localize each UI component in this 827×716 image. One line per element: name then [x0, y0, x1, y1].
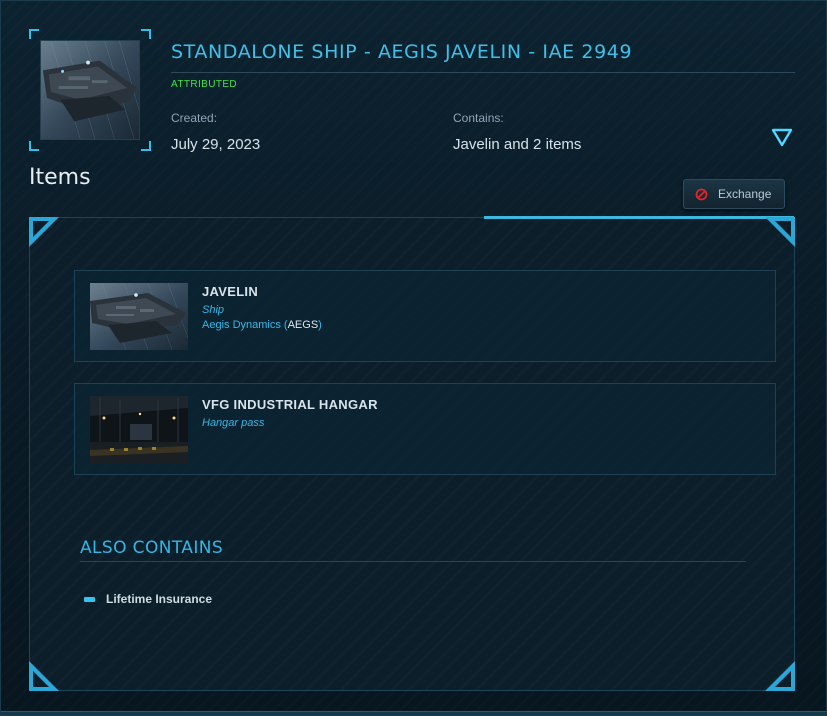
- item-type: Ship: [202, 304, 225, 316]
- prohibited-icon: [695, 188, 708, 200]
- also-contains-heading: ALSO CONTAINS: [80, 538, 224, 558]
- item-thumbnail: [90, 283, 188, 350]
- javelin-ship-image: [90, 283, 188, 350]
- contains-value: Javelin and 2 items: [453, 136, 582, 153]
- also-contains-divider: [80, 561, 746, 562]
- corner-bracket-icon: [29, 217, 59, 247]
- bullet-icon: [84, 596, 95, 602]
- manufacturer-name: Aegis Dynamics: [202, 319, 281, 331]
- item-name: JAVELIN: [202, 284, 259, 299]
- panel-accent-bar: [484, 216, 794, 219]
- corner-bracket-icon: [765, 217, 795, 247]
- corner-bracket-icon: [765, 661, 795, 691]
- pledge-title: STANDALONE SHIP - AEGIS JAVELIN - IAE 29…: [171, 41, 633, 63]
- item-name: VFG INDUSTRIAL HANGAR: [202, 397, 378, 412]
- item-manufacturer: Aegis Dynamics (AEGS): [202, 319, 322, 331]
- also-contains-label: Lifetime Insurance: [106, 592, 213, 606]
- list-item[interactable]: VFG INDUSTRIAL HANGAR Hangar pass: [74, 383, 776, 475]
- contains-label: Contains:: [453, 111, 504, 125]
- list-item[interactable]: JAVELIN Ship Aegis Dynamics (AEGS): [74, 270, 776, 362]
- exchange-label: Exchange: [718, 187, 772, 201]
- exchange-button[interactable]: Exchange: [683, 179, 785, 209]
- manufacturer-code: AEGS: [287, 319, 319, 331]
- pledge-thumbnail-frame: [29, 29, 151, 151]
- hangar-image: [90, 396, 188, 463]
- corner-bracket-icon: [29, 661, 59, 691]
- pledge-thumbnail: [40, 40, 140, 140]
- created-value: July 29, 2023: [171, 136, 261, 153]
- frame-bottom-bar: [1, 711, 826, 715]
- status-badge: ATTRIBUTED: [171, 79, 238, 90]
- items-panel: JAVELIN Ship Aegis Dynamics (AEGS) VFG I…: [29, 216, 795, 691]
- also-contains-item: Lifetime Insurance: [84, 592, 212, 606]
- pledge-frame: STANDALONE SHIP - AEGIS JAVELIN - IAE 29…: [0, 0, 827, 716]
- title-divider: [171, 72, 795, 73]
- item-thumbnail: [90, 396, 188, 463]
- created-label: Created:: [171, 111, 218, 125]
- triangle-down-icon[interactable]: [771, 127, 793, 147]
- item-type: Hangar pass: [202, 417, 265, 429]
- items-heading: Items: [29, 165, 91, 190]
- javelin-ship-image: [41, 41, 139, 139]
